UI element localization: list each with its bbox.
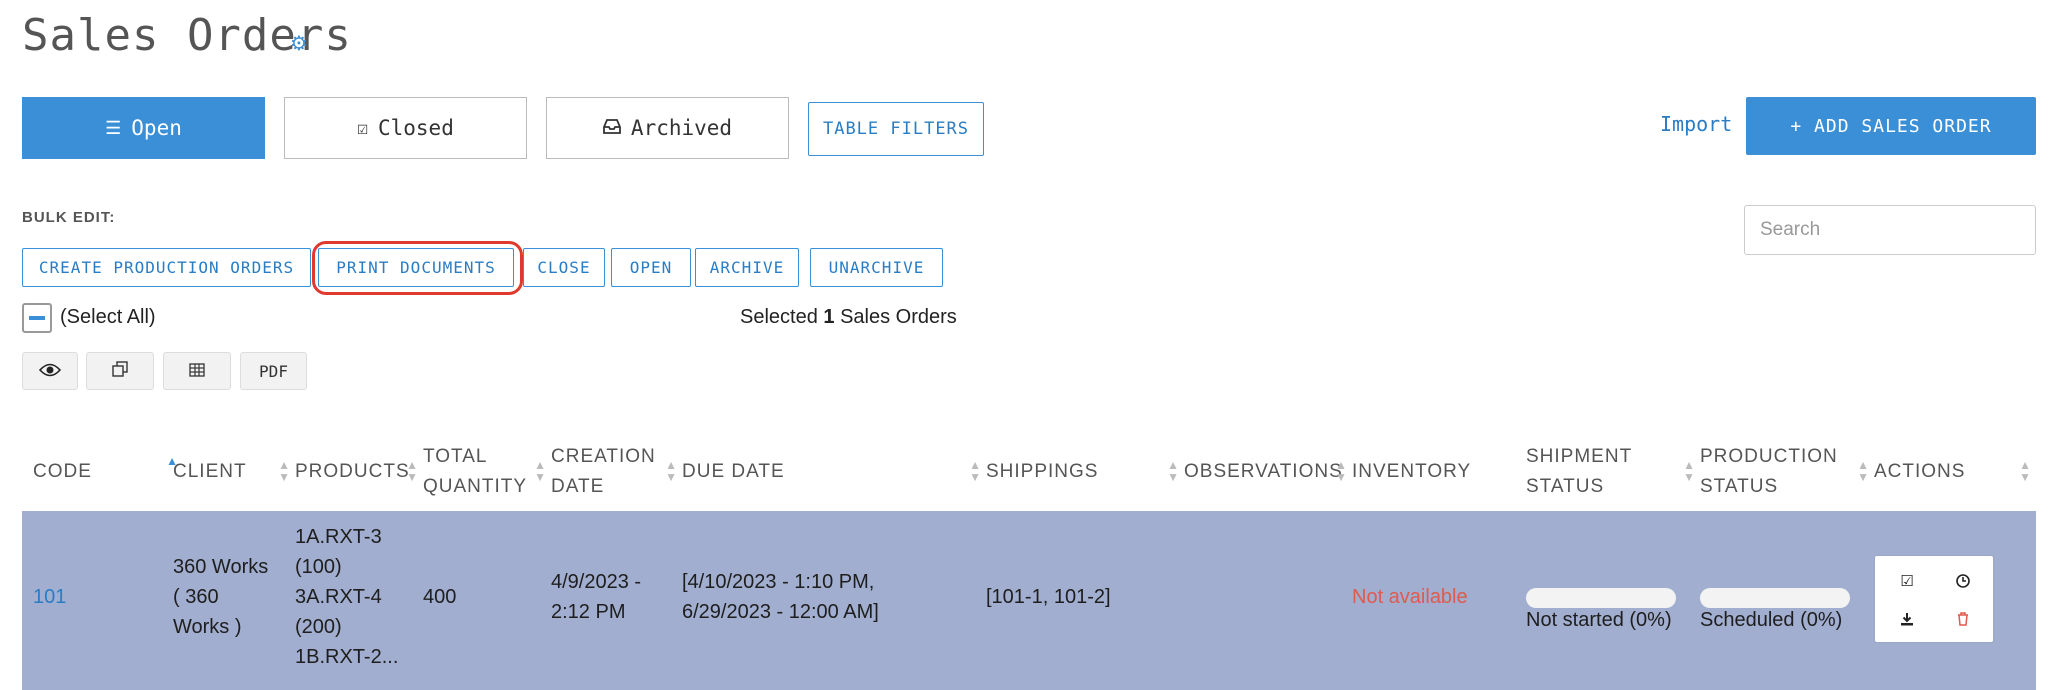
column-header-shipment-status[interactable]: SHIPMENT STATUS ▲ ▼ xyxy=(1526,433,1700,511)
sort-icon: ▲ ▼ xyxy=(2019,458,2032,484)
sort-icon: ▲ ▼ xyxy=(1857,458,1870,484)
sort-icon: ▲ ▼ xyxy=(665,458,678,484)
column-header-label: DUE DATE xyxy=(682,461,785,482)
sort-icon: ▲ ▼ xyxy=(969,458,982,484)
sort-icon: ▲ ▼ xyxy=(1335,458,1348,484)
tab-open[interactable]: ☰ Open xyxy=(22,97,265,159)
sort-icon: ▲ ▼ xyxy=(1167,458,1180,484)
shippings-cell: [101-1, 101-2] xyxy=(986,586,1111,608)
tab-closed[interactable]: ☑ Closed xyxy=(284,97,527,159)
inventory-cell: Not available xyxy=(1352,586,1468,608)
bulk-edit-label: BULK EDIT: xyxy=(22,209,116,226)
inbox-icon xyxy=(603,118,621,139)
column-header-label: SHIPPINGS xyxy=(986,461,1099,482)
search-input[interactable] xyxy=(1744,205,2036,255)
create-production-orders-button[interactable]: CREATE PRODUCTION ORDERS xyxy=(22,248,311,287)
order-code-link[interactable]: 101 xyxy=(33,582,66,612)
tab-open-label: Open xyxy=(131,116,182,140)
total-quantity-cell: 400 xyxy=(423,586,457,608)
column-header-label: TOTAL QUANTITY xyxy=(423,446,528,497)
selected-count-text: Selected 1 Sales Orders xyxy=(740,306,957,329)
column-visibility-button[interactable] xyxy=(22,352,78,390)
column-header-label: CODE xyxy=(33,461,92,482)
column-header-label: CREATION DATE xyxy=(551,446,656,497)
column-header-actions[interactable]: ACTIONS ▲ ▼ xyxy=(1874,433,2036,511)
tab-archived-label: Archived xyxy=(630,116,733,140)
bulk-open-button[interactable]: OPEN xyxy=(611,248,691,287)
select-all-checkbox[interactable] xyxy=(22,303,52,333)
copy-button[interactable] xyxy=(86,352,154,390)
table-header: CODE ▲ CLIENT ▲ ▼ PRODUCTS ▲ ▼ TOTAL QUANTI… xyxy=(22,433,2036,511)
column-header-creation-date[interactable]: CREATION DATE ▲ ▼ xyxy=(551,433,682,511)
column-header-label: PRODUCTION STATUS xyxy=(1700,446,1838,497)
import-link[interactable]: Import xyxy=(1660,112,1732,136)
indeterminate-icon xyxy=(29,316,45,320)
export-pdf-button[interactable]: PDF xyxy=(240,352,307,390)
selected-count: 1 xyxy=(823,306,835,328)
trash-icon[interactable] xyxy=(1943,604,1983,634)
sort-icon: ▲ ▼ xyxy=(406,458,419,484)
add-sales-order-button[interactable]: + ADD SALES ORDER xyxy=(1746,97,2036,155)
sort-icon: ▲ ▼ xyxy=(1683,458,1696,484)
column-header-production-status[interactable]: PRODUCTION STATUS ▲ ▼ xyxy=(1700,433,1874,511)
table-icon xyxy=(189,362,205,381)
row-actions: ☑ xyxy=(1875,556,1993,642)
column-header-label: OBSERVATIONS xyxy=(1184,461,1343,482)
client-cell: 360 Works( 360 Works ) xyxy=(173,556,269,638)
check-square-icon: ☑ xyxy=(357,117,368,139)
products-cell: 1A.RXT-3 (100) 3A.RXT-4 (200) 1B.RXT-2... xyxy=(295,526,399,668)
column-header-code[interactable]: CODE ▲ xyxy=(33,433,183,511)
column-header-products[interactable]: PRODUCTS ▲ ▼ xyxy=(295,433,423,511)
column-header-observations[interactable]: OBSERVATIONS ▲ ▼ xyxy=(1184,433,1352,511)
tab-archived[interactable]: Archived xyxy=(546,97,789,159)
select-all-label[interactable]: (Select All) xyxy=(60,306,156,329)
export-table-button[interactable] xyxy=(163,352,231,390)
shipment-status-label: Not started (0%) xyxy=(1526,609,1672,631)
column-header-total-quantity[interactable]: TOTAL QUANTITY ▲ ▼ xyxy=(423,433,551,511)
tab-closed-label: Closed xyxy=(377,116,454,140)
sort-icon: ▲ ▼ xyxy=(534,458,547,484)
gear-icon[interactable]: ⚙ xyxy=(290,34,310,54)
column-header-client[interactable]: CLIENT ▲ ▼ xyxy=(173,433,295,511)
check-square-icon[interactable]: ☑ xyxy=(1887,566,1927,596)
bulk-unarchive-button[interactable]: UNARCHIVE xyxy=(810,248,943,287)
column-header-label: INVENTORY xyxy=(1352,461,1472,482)
column-header-label: CLIENT xyxy=(173,461,247,482)
table-filters-button[interactable]: TABLE FILTERS xyxy=(808,102,984,156)
bulk-close-button[interactable]: CLOSE xyxy=(523,248,605,287)
clock-icon[interactable] xyxy=(1943,566,1983,596)
copy-icon xyxy=(112,361,128,381)
column-header-due-date[interactable]: DUE DATE ▲ ▼ xyxy=(682,433,986,511)
selected-prefix: Selected xyxy=(740,306,818,328)
list-icon: ☰ xyxy=(105,117,122,139)
print-documents-button[interactable]: PRINT DOCUMENTS xyxy=(318,248,514,287)
creation-date-cell: 4/9/2023 -2:12 PM xyxy=(551,571,642,623)
column-header-inventory[interactable]: INVENTORY xyxy=(1352,433,1526,511)
sort-icon: ▲ ▼ xyxy=(278,458,291,484)
production-status-label: Scheduled (0%) xyxy=(1700,609,1843,631)
eye-icon xyxy=(38,362,62,381)
column-header-shippings[interactable]: SHIPPINGS ▲ ▼ xyxy=(986,433,1184,511)
due-date-cell: [4/10/2023 - 1:10 PM, 6/29/2023 - 12:00 A… xyxy=(682,571,879,623)
column-header-label: ACTIONS xyxy=(1874,461,1966,482)
column-header-label: PRODUCTS xyxy=(295,461,410,482)
column-header-label: SHIPMENT STATUS xyxy=(1526,446,1633,497)
bulk-archive-button[interactable]: ARCHIVE xyxy=(695,248,799,287)
selected-suffix: Sales Orders xyxy=(840,306,957,328)
download-icon[interactable] xyxy=(1887,604,1927,634)
